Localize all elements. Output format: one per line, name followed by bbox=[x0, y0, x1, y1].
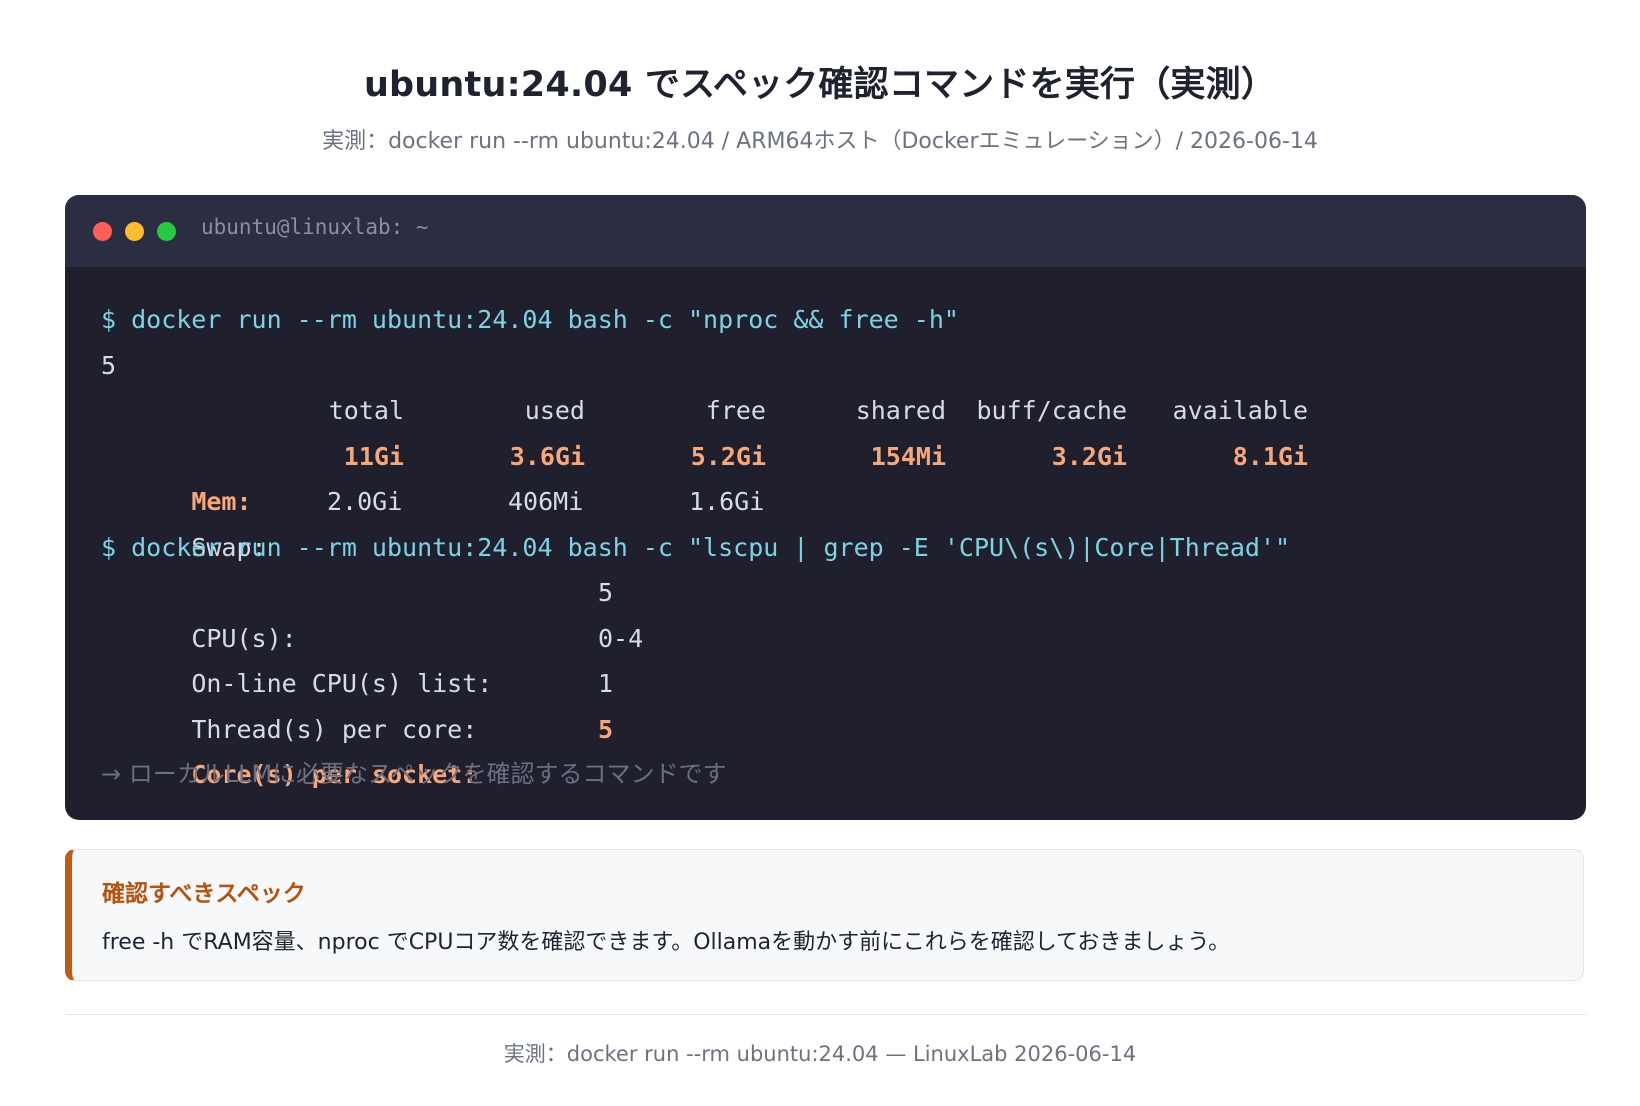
terminal-window: ubuntu@linuxlab: ~ $ docker run --rm ubu… bbox=[65, 195, 1586, 820]
command-line-2: $ docker run --rm ubuntu:24.04 bash -c "… bbox=[101, 532, 1291, 562]
terminal-title: ubuntu@linuxlab: ~ bbox=[201, 215, 429, 239]
terminal-titlebar: ubuntu@linuxlab: ~ bbox=[65, 195, 1586, 267]
free-swap-free: 1.6Gi bbox=[689, 487, 765, 516]
spec-callout: 確認すべきスペック free -h でRAM容量、nproc でCPUコア数を確… bbox=[65, 849, 1584, 981]
free-mem-free: 5.2Gi bbox=[690, 441, 766, 471]
nproc-output: 5 bbox=[101, 350, 117, 380]
page-title: ubuntu:24.04 でスペック確認コマンドを実行（実測） bbox=[363, 65, 1277, 105]
minimize-window-dot-icon[interactable] bbox=[125, 222, 144, 241]
free-swap-row: Swap: 2.0Gi 406Mi 1.6Gi bbox=[101, 479, 1566, 562]
lscpu-value: 0-4 bbox=[598, 623, 644, 653]
callout-text: free -h でRAM容量、nproc でCPUコア数を確認できます。Olla… bbox=[102, 930, 1231, 955]
free-mem-used: 3.6Gi bbox=[509, 441, 585, 471]
free-swap-used: 406Mi bbox=[508, 487, 584, 516]
footer-divider bbox=[65, 1014, 1586, 1015]
free-header-used: used bbox=[524, 396, 585, 425]
lscpu-row: On-line CPU(s) list: 0-4 bbox=[101, 616, 1566, 699]
free-header-total: total bbox=[328, 396, 404, 425]
free-swap-total: 2.0Gi bbox=[327, 487, 403, 516]
free-mem-shared: 154Mi bbox=[870, 441, 946, 471]
free-header-buffcache: buff/cache bbox=[976, 396, 1127, 425]
lscpu-row: Core(s) per socket: 5 bbox=[101, 707, 1566, 790]
free-header-available: available bbox=[1172, 396, 1308, 425]
free-mem-buffcache: 3.2Gi bbox=[1051, 441, 1127, 471]
lscpu-row: CPU(s): 5 bbox=[101, 570, 1566, 653]
free-header-shared: shared bbox=[855, 396, 946, 425]
terminal-note: → ローカルLLMに必要なスペックを確認するコマンドです bbox=[101, 760, 727, 788]
lscpu-value: 5 bbox=[598, 578, 614, 607]
callout-title: 確認すべきスペック bbox=[102, 881, 306, 907]
lscpu-value: 1 bbox=[598, 669, 614, 698]
command-line-1: $ docker run --rm ubuntu:24.04 bash -c "… bbox=[101, 305, 959, 334]
lscpu-row: Thread(s) per core: 1 bbox=[101, 661, 1566, 744]
free-mem-row: Mem: 11Gi 3.6Gi 5.2Gi 154Mi 3.2Gi 8.1Gi bbox=[101, 434, 1566, 517]
maximize-window-dot-icon[interactable] bbox=[157, 222, 176, 241]
free-mem-total: 11Gi bbox=[343, 441, 404, 471]
page-subtitle: 実測：docker run --rm ubuntu:24.04 / ARM64ホ… bbox=[322, 129, 1318, 154]
footer-text: 実測：docker run --rm ubuntu:24.04 — LinuxL… bbox=[503, 1042, 1137, 1066]
terminal-output: $ docker run --rm ubuntu:24.04 bash -c "… bbox=[101, 297, 1566, 798]
free-header-row: total used free shared buff/cache availa… bbox=[101, 388, 1566, 434]
free-header-free: free bbox=[705, 396, 766, 425]
free-mem-available: 8.1Gi bbox=[1232, 441, 1308, 471]
lscpu-value: 5 bbox=[598, 714, 614, 744]
close-window-dot-icon[interactable] bbox=[93, 222, 112, 241]
